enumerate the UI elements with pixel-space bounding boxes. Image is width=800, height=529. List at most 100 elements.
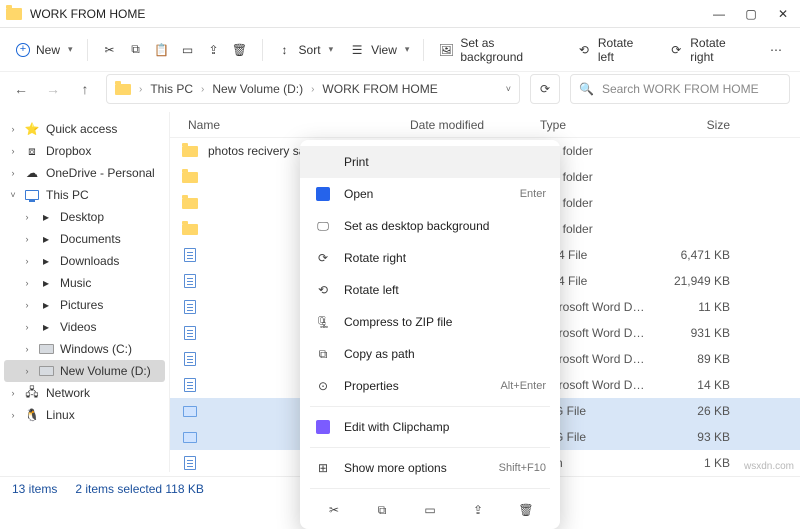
ellipsis-icon: ⋯	[768, 42, 784, 58]
address-row: ← → ↑ › This PC › New Volume (D:) › WORK…	[0, 72, 800, 112]
twisty-icon[interactable]: ›	[8, 388, 18, 398]
share-icon[interactable]: ⇪	[467, 499, 489, 521]
context-menu-item[interactable]: Print	[300, 146, 560, 178]
twisty-icon[interactable]: ›	[8, 124, 18, 134]
sidebar-item[interactable]: ›▸Documents	[4, 228, 165, 250]
sidebar-item[interactable]: ›New Volume (D:)	[4, 360, 165, 382]
context-menu-label: Open	[344, 187, 508, 201]
copy-icon[interactable]: ⧉	[371, 499, 393, 521]
context-menu-item[interactable]: ⟲Rotate left	[300, 274, 560, 306]
twisty-icon[interactable]: ›	[22, 234, 32, 244]
view-button[interactable]: ☰ View ▾	[343, 38, 415, 62]
col-type[interactable]: Type	[540, 118, 670, 132]
twisty-icon[interactable]: ›	[22, 278, 32, 288]
rotate-right-icon: ⟳	[668, 42, 684, 58]
twisty-icon[interactable]: ›	[22, 300, 32, 310]
folder-icon	[115, 84, 131, 95]
sidebar-item[interactable]: ˅This PC	[4, 184, 165, 206]
col-size[interactable]: Size	[670, 118, 750, 132]
file-size: 11 KB	[670, 300, 750, 314]
context-menu-item[interactable]: ⊙PropertiesAlt+Enter	[300, 370, 560, 402]
refresh-button[interactable]: ⟳	[530, 74, 560, 104]
twisty-icon[interactable]: ›	[22, 344, 32, 354]
chevron-down-icon[interactable]: ˅	[506, 84, 511, 94]
context-menu-item[interactable]: 🗜Compress to ZIP file	[300, 306, 560, 338]
set-background-button[interactable]: 🖼 Set as background	[432, 32, 566, 68]
share-icon[interactable]: ⇪	[206, 42, 222, 58]
cut-icon[interactable]: ✂	[323, 499, 345, 521]
sidebar-item[interactable]: ›🖧Network	[4, 382, 165, 404]
doc-icon	[182, 351, 198, 367]
navigation-pane: ›⭐Quick access›⧈Dropbox›☁OneDrive - Pers…	[0, 112, 170, 472]
delete-icon[interactable]: 🗑	[515, 499, 537, 521]
cut-icon[interactable]: ✂	[102, 42, 118, 58]
clipchamp-icon	[314, 418, 332, 436]
paste-icon[interactable]: 📋	[154, 42, 170, 58]
delete-icon[interactable]: 🗑	[232, 42, 248, 58]
twisty-icon[interactable]: ›	[8, 168, 18, 178]
context-menu-label: Properties	[344, 379, 488, 393]
sidebar-item[interactable]: ›▸Pictures	[4, 294, 165, 316]
back-button[interactable]: ←	[10, 81, 32, 97]
folder-icon	[6, 8, 22, 20]
sidebar-item[interactable]: ›☁OneDrive - Personal	[4, 162, 165, 184]
twisty-icon[interactable]: ›	[22, 256, 32, 266]
chevron-right-icon: ›	[139, 84, 142, 95]
sidebar-item[interactable]: ›▸Desktop	[4, 206, 165, 228]
minimize-button[interactable]: —	[712, 7, 726, 21]
rename-icon[interactable]: ▭	[180, 42, 196, 58]
rename-icon[interactable]: ▭	[419, 499, 441, 521]
sidebar-item[interactable]: ›🐧Linux	[4, 404, 165, 426]
twisty-icon[interactable]: ›	[8, 410, 18, 420]
separator	[310, 447, 550, 448]
sidebar-item[interactable]: ›▸Music	[4, 272, 165, 294]
sidebar-item-label: Music	[60, 276, 91, 290]
col-name[interactable]: Name	[170, 118, 410, 132]
breadcrumb-item[interactable]: WORK FROM HOME	[322, 82, 437, 96]
onedrive-icon: ☁	[24, 165, 40, 181]
sidebar-item[interactable]: ›▸Videos	[4, 316, 165, 338]
column-headers: Name Date modified Type Size	[170, 112, 800, 138]
sort-button[interactable]: ↕ Sort ▾	[271, 38, 340, 62]
rotate-right-button[interactable]: ⟳ Rotate right	[662, 32, 758, 68]
documents-icon: ▸	[38, 231, 54, 247]
breadcrumb-item[interactable]: This PC	[150, 82, 193, 96]
drive-icon	[38, 341, 54, 357]
context-menu-item[interactable]: 🖵Set as desktop background	[300, 210, 560, 242]
context-menu-item[interactable]: ⟳Rotate right	[300, 242, 560, 274]
context-menu-item[interactable]: OpenEnter	[300, 178, 560, 210]
sidebar-item-label: Windows (C:)	[60, 342, 132, 356]
sidebar-item[interactable]: ›⧈Dropbox	[4, 140, 165, 162]
twisty-icon[interactable]: ˅	[8, 190, 18, 200]
more-button[interactable]: ⋯	[762, 38, 790, 62]
folder-icon	[182, 221, 198, 237]
copy-icon[interactable]: ⧉	[128, 42, 144, 58]
close-button[interactable]: ✕	[776, 7, 790, 21]
context-menu-item[interactable]: Edit with Clipchamp	[300, 411, 560, 443]
up-button[interactable]: ↑	[74, 81, 96, 97]
twisty-icon[interactable]: ›	[22, 322, 32, 332]
sidebar-item[interactable]: ›▸Downloads	[4, 250, 165, 272]
maximize-button[interactable]: ▢	[744, 7, 758, 21]
twisty-icon[interactable]: ›	[22, 366, 32, 376]
rotate-right-label: Rotate right	[690, 36, 752, 64]
context-menu-label: Set as desktop background	[344, 219, 546, 233]
sidebar-item[interactable]: ›⭐Quick access	[4, 118, 165, 140]
twisty-icon[interactable]: ›	[22, 212, 32, 222]
twisty-icon[interactable]: ›	[8, 146, 18, 156]
search-input[interactable]: 🔍 Search WORK FROM HOME	[570, 74, 790, 104]
sidebar-item-label: Desktop	[60, 210, 104, 224]
new-button[interactable]: + New ▾	[10, 39, 79, 61]
sidebar-item[interactable]: › Windows (C:)	[4, 338, 165, 360]
context-menu-label: Print	[344, 155, 546, 169]
breadcrumb[interactable]: › This PC › New Volume (D:) › WORK FROM …	[106, 74, 520, 104]
img-icon	[182, 429, 198, 445]
col-date[interactable]: Date modified	[410, 118, 540, 132]
rotate-left-button[interactable]: ⟲ Rotate left	[570, 32, 658, 68]
context-menu-item[interactable]: ⧉Copy as path	[300, 338, 560, 370]
context-menu-item[interactable]: ⊞Show more optionsShift+F10	[300, 452, 560, 484]
forward-button[interactable]: →	[42, 81, 64, 97]
pictures-icon: ▸	[38, 297, 54, 313]
breadcrumb-item[interactable]: New Volume (D:)	[212, 82, 303, 96]
img-icon	[182, 403, 198, 419]
